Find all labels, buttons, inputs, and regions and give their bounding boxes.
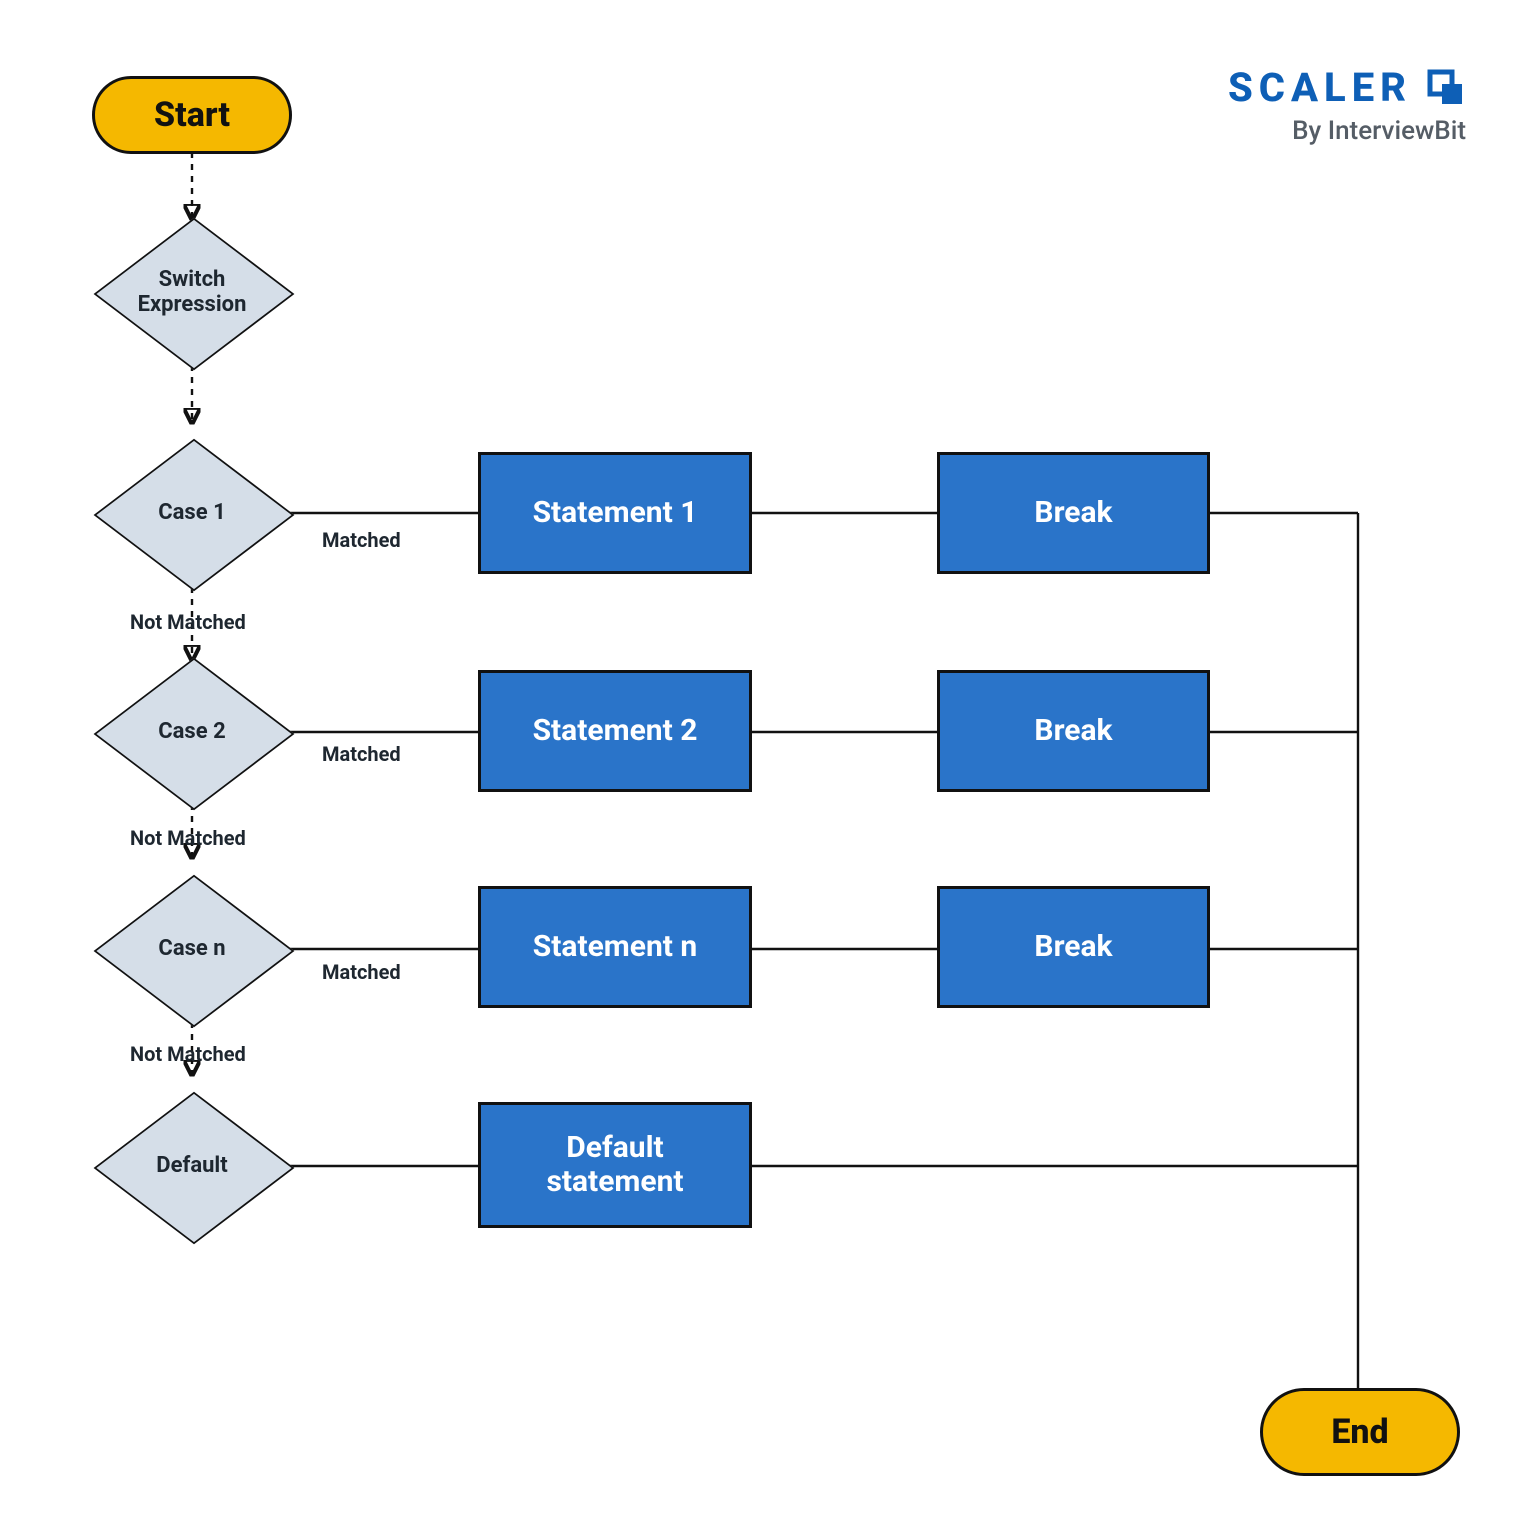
break-n-label: Break [1034, 930, 1112, 965]
break-2: Break [937, 670, 1210, 792]
matched-label-1: Matched [322, 528, 401, 552]
case-1-decision: Case 1 [94, 439, 290, 587]
brand-logo: SCALER By InterviewBit [1228, 68, 1466, 144]
switch-expression-label: Switch Expression [94, 218, 290, 366]
start-terminator: Start [92, 76, 292, 154]
statement-n-label: Statement n [533, 930, 697, 965]
break-1-label: Break [1034, 496, 1112, 531]
case-2-label: Case 2 [94, 658, 290, 806]
brand-name: SCALER [1228, 68, 1412, 108]
flowchart-canvas: SCALER By InterviewBit [0, 0, 1536, 1536]
switch-expression-decision: Switch Expression [94, 218, 290, 366]
statement-1: Statement 1 [478, 452, 752, 574]
case-n-decision: Case n [94, 875, 290, 1023]
default-decision: Default [94, 1092, 290, 1240]
default-label: Default [94, 1092, 290, 1240]
statement-1-label: Statement 1 [533, 496, 698, 531]
case-1-label: Case 1 [94, 439, 290, 587]
default-statement: Default statement [478, 1102, 752, 1228]
matched-label-n: Matched [322, 960, 401, 984]
end-label: End [1331, 1412, 1388, 1452]
not-matched-label-2: Not Matched [130, 826, 246, 850]
break-2-label: Break [1034, 714, 1112, 749]
default-statement-label: Default statement [546, 1131, 683, 1200]
statement-2-label: Statement 2 [533, 714, 698, 749]
brand-byline: By InterviewBit [1228, 118, 1466, 144]
brand-icon [1426, 68, 1466, 108]
break-n: Break [937, 886, 1210, 1008]
end-terminator: End [1260, 1388, 1460, 1476]
case-n-label: Case n [94, 875, 290, 1023]
not-matched-label-1: Not Matched [130, 610, 246, 634]
matched-label-2: Matched [322, 742, 401, 766]
break-1: Break [937, 452, 1210, 574]
statement-n: Statement n [478, 886, 752, 1008]
start-label: Start [154, 95, 230, 135]
case-2-decision: Case 2 [94, 658, 290, 806]
not-matched-label-n: Not Matched [130, 1042, 246, 1066]
statement-2: Statement 2 [478, 670, 752, 792]
